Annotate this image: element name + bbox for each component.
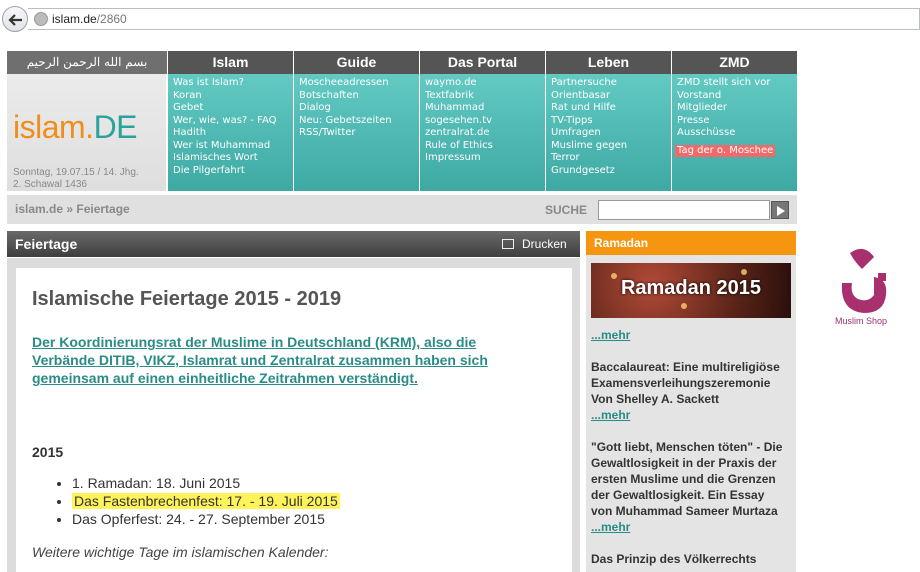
list-item: 1. Ramadan: 18. Juni 2015 — [72, 474, 340, 492]
nav-link[interactable]: Impressum — [425, 152, 545, 165]
nav-link[interactable]: Rat und Hilfe — [551, 102, 671, 115]
nav-links: Moscheeadressen Botschaften Dialog Neu: Geb… — [294, 74, 419, 191]
site-logo[interactable]: islam.DE — [13, 109, 138, 146]
nav-links: ZMD stellt sich vor Vorstand Mitglieder Pre… — [672, 74, 797, 191]
article-card: Islamische Feiertage 2015 - 2019 Der Koo… — [16, 268, 572, 572]
nav-link[interactable]: Wer, wie, was? - FAQ — [173, 115, 293, 128]
site-header: بسم الله الرحمن الرحيم islam.DE Sonntag,… — [7, 51, 797, 191]
nav-heading[interactable]: Leben — [546, 51, 671, 74]
nav-heading[interactable]: Guide — [294, 51, 419, 74]
page-title: Islamische Feiertage 2015 - 2019 — [32, 288, 342, 310]
nav-link[interactable]: Textfabrik — [425, 90, 545, 103]
sidebar-item: ...mehr — [591, 327, 787, 343]
nav-column-islam: Islam Was ist Islam? Koran Gebet Wer, wie, w… — [167, 51, 293, 191]
nav-link[interactable]: Tag der o. Moschee — [675, 144, 776, 157]
sidebar-item-title: Baccalaureat: Eine multireligiöse Examen… — [591, 360, 780, 406]
more-link[interactable]: ...mehr — [591, 327, 787, 343]
nav-link[interactable]: Gebet — [173, 102, 293, 115]
nav-heading[interactable]: Islam — [168, 51, 293, 74]
light-dot — [681, 303, 687, 309]
muslim-shop-logo-icon[interactable] — [834, 243, 900, 323]
nav-link[interactable]: Hadith — [173, 127, 293, 140]
main-section-header: Feiertage Drucken — [7, 231, 580, 257]
nav-link[interactable]: Dialog — [299, 102, 419, 115]
sidebar-item-title: "Gott liebt, Menschen töten" - Die Gewal… — [591, 440, 783, 518]
nav-link[interactable]: Grundgesetz — [551, 165, 671, 178]
nav-link[interactable]: ZMD stellt sich vor — [677, 77, 797, 90]
section-title: Feiertage — [15, 236, 78, 252]
more-link[interactable]: ...mehr — [591, 407, 787, 423]
nav-column-das-portal: Das Portal waymo.de Textfabrik Muhammad soge… — [419, 51, 545, 191]
sidebar-header: Ramadan — [586, 231, 796, 255]
browser-toolbar: islam.de/2860 — [0, 0, 920, 40]
address-bar[interactable]: islam.de/2860 — [28, 8, 920, 30]
url-text: islam.de/2860 — [52, 12, 127, 26]
list-item-highlighted: Das Fastenbrechenfest: 17. - 19. Juli 20… — [72, 492, 340, 510]
holiday-list: 1. Ramadan: 18. Juni 2015 Das Fastenbrec… — [54, 474, 340, 528]
nav-heading[interactable]: Das Portal — [420, 51, 545, 74]
play-arrow-icon — [777, 206, 785, 216]
shop-label: Muslim Shop — [835, 316, 888, 326]
main-content: Islamische Feiertage 2015 - 2019 Der Koo… — [7, 258, 580, 572]
more-days-text: Weitere wichtige Tage im islamischen Kal… — [32, 544, 329, 560]
sidebar-item-title: Das Prinzip des Völkerrechts — [591, 552, 757, 566]
nav-link[interactable]: TV-Tipps — [551, 115, 671, 128]
nav-link[interactable]: Koran — [173, 90, 293, 103]
nav-link[interactable]: Was ist Islam? — [173, 77, 293, 90]
list-item: Das Opferfest: 24. - 27. September 2015 — [72, 510, 340, 528]
light-dot — [741, 269, 747, 275]
search-label: SUCHE — [545, 203, 588, 217]
ramadan-banner[interactable]: Ramadan 2015 — [591, 263, 791, 318]
nav-link[interactable]: waymo.de — [425, 77, 545, 90]
intro-link[interactable]: Der Koordinierungsrat der Muslime in Deu… — [32, 333, 532, 387]
nav-link[interactable]: Muhammad — [425, 102, 545, 115]
nav-link[interactable]: Rule of Ethics — [425, 140, 545, 153]
banner-text: Ramadan 2015 — [620, 277, 762, 299]
date-line: Sonntag, 19.07.15 / 14. Jhg. 2. Schawal 1… — [13, 167, 139, 190]
back-arrow-icon — [8, 14, 22, 26]
nav-links: Partnersuche Orientbasar Rat und Hilfe TV-T… — [546, 74, 671, 191]
nav-link[interactable]: RSS/Twitter — [299, 127, 419, 140]
nav-link[interactable]: Muslime gegen — [551, 140, 671, 153]
back-button[interactable] — [2, 6, 28, 32]
nav-column-leben: Leben Partnersuche Orientbasar Rat und Hilf… — [545, 51, 671, 191]
print-link[interactable]: Drucken — [522, 237, 567, 251]
logo-panel: بسم الله الرحمن الرحيم islam.DE Sonntag,… — [7, 51, 167, 191]
nav-link[interactable]: Moscheeadressen — [299, 77, 419, 90]
nav-links: waymo.de Textfabrik Muhammad sogesehen.tv ze… — [420, 74, 545, 191]
basmala: بسم الله الرحمن الرحيم — [7, 51, 167, 74]
breadcrumb-bar: islam.de » Feiertage SUCHE — [7, 195, 797, 224]
nav-link[interactable]: Umfragen — [551, 127, 671, 140]
nav-link[interactable]: Botschaften — [299, 90, 419, 103]
nav-heading[interactable]: ZMD — [672, 51, 797, 74]
year-heading: 2015 — [32, 444, 64, 460]
sidebar-title: Ramadan — [594, 236, 649, 250]
printer-icon[interactable] — [502, 239, 514, 249]
nav-link[interactable]: Terror — [551, 152, 671, 165]
breadcrumb[interactable]: islam.de » Feiertage — [15, 202, 130, 216]
nav-link[interactable]: Die Pilgerfahrt — [173, 165, 293, 178]
nav-link[interactable]: Vorstand — [677, 90, 797, 103]
nav-column-guide: Guide Moscheeadressen Botschaften Dialog Neu… — [293, 51, 419, 191]
nav-link[interactable]: Partnersuche — [551, 77, 671, 90]
nav-link[interactable]: Islamisches Wort — [173, 152, 293, 165]
sidebar-item: Das Prinzip des Völkerrechts — [591, 551, 787, 567]
sidebar-item: Baccalaureat: Eine multireligiöse Examen… — [591, 359, 787, 423]
nav-link[interactable]: Mitglieder — [677, 102, 797, 115]
search-button[interactable] — [771, 201, 789, 219]
globe-icon — [34, 12, 48, 26]
more-link[interactable]: ...mehr — [591, 519, 787, 535]
nav-link[interactable]: Ausschüsse — [677, 127, 797, 140]
nav-link[interactable]: Presse — [677, 115, 797, 128]
nav-link[interactable]: Orientbasar — [551, 90, 671, 103]
nav-link[interactable]: zentralrat.de — [425, 127, 545, 140]
search-input[interactable] — [598, 200, 770, 220]
nav-link[interactable]: Wer ist Muhammad — [173, 140, 293, 153]
nav-link[interactable]: Neu: Gebetszeiten — [299, 115, 419, 128]
nav-column-zmd: ZMD ZMD stellt sich vor Vorstand Mitglieder… — [671, 51, 797, 191]
nav-links: Was ist Islam? Koran Gebet Wer, wie, was? -… — [168, 74, 293, 191]
sidebar: Ramadan 2015 ...mehr Baccalaureat: Eine … — [586, 255, 796, 572]
sidebar-item: "Gott liebt, Menschen töten" - Die Gewal… — [591, 439, 787, 535]
nav-link[interactable]: sogesehen.tv — [425, 115, 545, 128]
